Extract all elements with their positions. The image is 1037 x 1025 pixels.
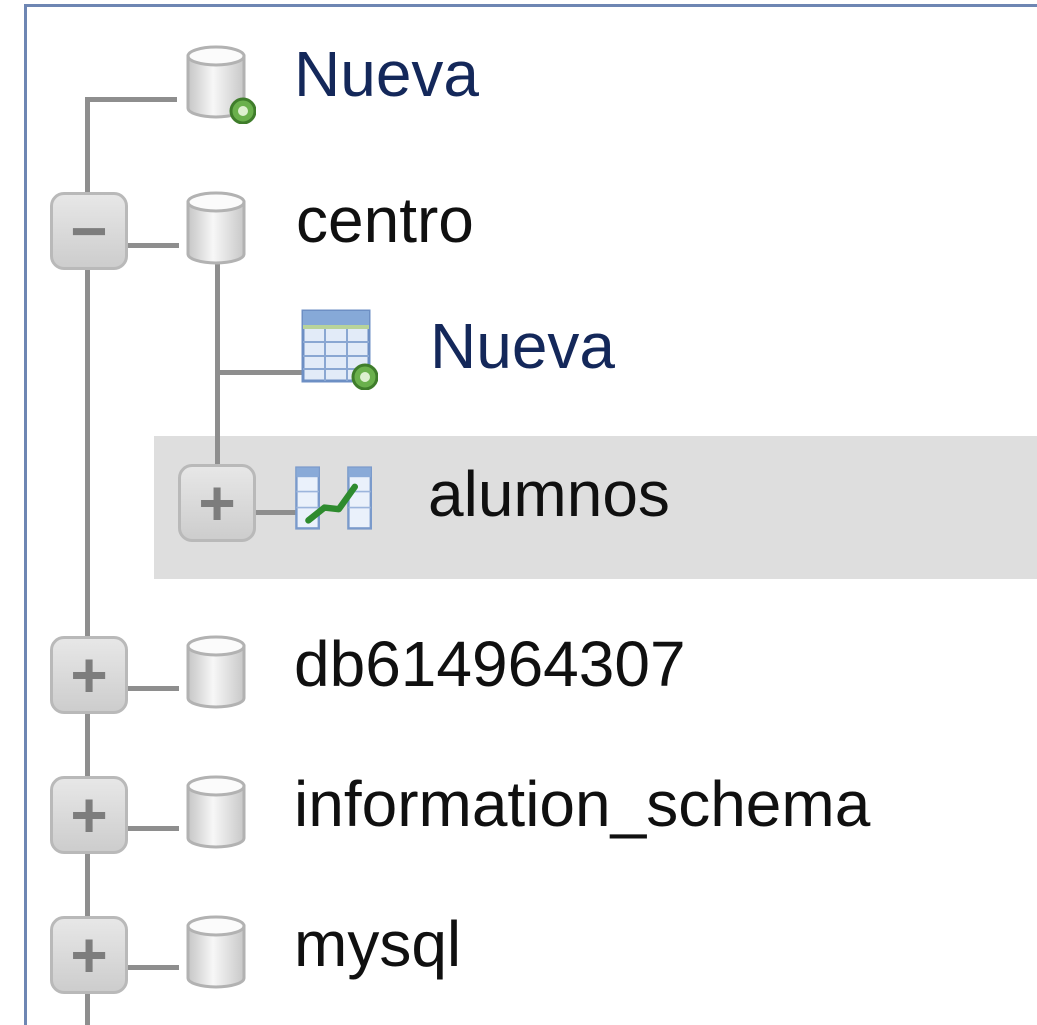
database-link-db614964307[interactable]: db614964307 [294, 632, 686, 696]
tree-connector-nueva-db [85, 97, 177, 102]
expand-button-alumnos[interactable]: + [178, 464, 256, 542]
database-link-information-schema[interactable]: information_schema [294, 772, 870, 836]
new-database-link[interactable]: Nueva [294, 42, 479, 106]
expand-button-db614964307[interactable]: + [50, 636, 128, 714]
new-database-icon[interactable] [176, 40, 256, 124]
tree-connector-mysql [127, 965, 179, 970]
collapse-button-centro[interactable]: − [50, 192, 128, 270]
database-link-mysql[interactable]: mysql [294, 912, 461, 976]
tree-connector-db614964307 [127, 686, 179, 691]
tree-connector-nueva-table [215, 370, 303, 375]
database-icon[interactable] [176, 186, 256, 270]
database-icon[interactable] [176, 770, 256, 854]
database-icon[interactable] [176, 910, 256, 994]
panel-top-border [24, 4, 1037, 7]
navigation-tree-panel: Nueva − centro Nueva + alumnos + db61496… [0, 0, 1037, 1025]
new-table-icon[interactable] [298, 306, 378, 390]
tree-connector-information-schema [127, 826, 179, 831]
database-link-centro[interactable]: centro [296, 188, 474, 252]
new-table-link[interactable]: Nueva [430, 314, 615, 378]
table-link-alumnos[interactable]: alumnos [428, 462, 670, 526]
table-structure-icon[interactable] [294, 456, 374, 540]
panel-left-border [24, 4, 27, 1025]
expand-button-information-schema[interactable]: + [50, 776, 128, 854]
tree-connector-centro [127, 243, 179, 248]
database-icon[interactable] [176, 630, 256, 714]
expand-button-mysql[interactable]: + [50, 916, 128, 994]
